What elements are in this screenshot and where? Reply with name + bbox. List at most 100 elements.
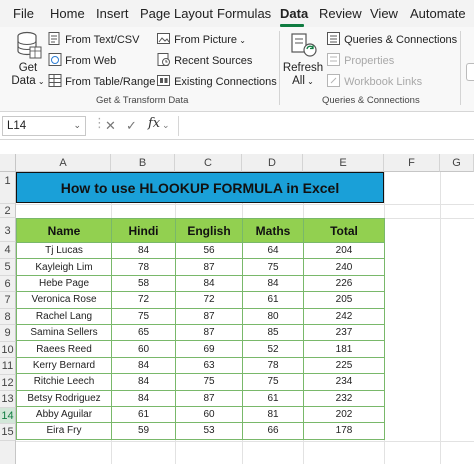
row-header-1[interactable]: 1 [0,172,16,204]
cell-name[interactable]: Raees Reed [16,340,112,358]
cell-english[interactable]: 69 [175,340,243,358]
cell-name[interactable]: Kayleigh Lim [16,258,112,276]
cell-maths[interactable]: 75 [242,373,304,391]
chevron-down-icon[interactable]: ⌄ [162,120,170,131]
row-header-10[interactable]: 10 [0,342,16,358]
row-header-9[interactable]: 9 [0,325,16,342]
from-table-range-button[interactable]: From Table/Range [48,74,155,88]
row-header-5[interactable]: 5 [0,259,16,276]
row-header-8[interactable]: 8 [0,309,16,325]
existing-connections-button[interactable]: Existing Connections [157,74,277,88]
cell-english[interactable]: 72 [175,291,243,309]
cell-english[interactable]: 87 [175,258,243,276]
row-header-2[interactable]: 2 [0,204,16,218]
cell-maths[interactable]: 84 [242,274,304,293]
cell-hindi[interactable]: 60 [111,340,176,358]
cell-total[interactable]: 225 [303,356,385,375]
header-name[interactable]: Name [16,218,112,243]
cancel-icon[interactable]: ✕ [105,118,116,134]
cell-name[interactable]: Samina Sellers [16,323,112,342]
cell-name[interactable]: Betsy Rodriguez [16,389,112,407]
properties-button[interactable]: Properties [327,53,394,67]
chevron-down-icon[interactable]: ⌄ [73,120,81,131]
cell-maths[interactable]: 78 [242,356,304,375]
cell-name[interactable]: Veronica Rose [16,291,112,309]
column-header-b[interactable]: B [111,154,175,172]
cell-hindi[interactable]: 84 [111,241,176,260]
column-header-a[interactable]: A [16,154,111,172]
tab-automate[interactable]: Automate [410,6,466,21]
cell-english[interactable]: 63 [175,356,243,375]
cell-name[interactable]: Abby Aguilar [16,405,112,424]
header-english[interactable]: English [175,218,243,243]
from-text-csv-button[interactable]: From Text/CSV [48,32,139,46]
tab-data[interactable]: Data [280,6,308,21]
tab-view[interactable]: View [370,6,398,21]
cell-hindi[interactable]: 84 [111,356,176,375]
cell-english[interactable]: 75 [175,373,243,391]
cell-total[interactable]: 204 [303,241,385,260]
cell-maths[interactable]: 61 [242,389,304,407]
from-picture-button[interactable]: From Picture ⌄ [157,32,246,46]
cell-total[interactable]: 205 [303,291,385,309]
column-header-d[interactable]: D [242,154,303,172]
row-header-3[interactable]: 3 [0,218,16,242]
column-header-c[interactable]: C [175,154,242,172]
insert-function-icon[interactable]: fx [148,116,160,131]
select-all-corner[interactable] [0,154,16,172]
cell-english[interactable]: 60 [175,405,243,424]
tab-insert[interactable]: Insert [96,6,129,21]
cell-total[interactable]: 237 [303,323,385,342]
cell-maths[interactable]: 75 [242,258,304,276]
cell-maths[interactable]: 64 [242,241,304,260]
cell-hindi[interactable]: 84 [111,389,176,407]
cell-name[interactable]: Eira Fry [16,422,112,440]
row-header-7[interactable]: 7 [0,292,16,309]
enter-check-icon[interactable]: ✓ [126,118,137,134]
tab-page-layout[interactable]: Page Layout [140,6,213,21]
queries-connections-button[interactable]: Queries & Connections [327,32,457,46]
cell-english[interactable]: 87 [175,323,243,342]
cell-maths[interactable]: 61 [242,291,304,309]
workbook-links-button[interactable]: Workbook Links [327,74,422,88]
cell-total[interactable]: 242 [303,307,385,325]
recent-sources-button[interactable]: Recent Sources [157,53,252,67]
cell-english[interactable]: 56 [175,241,243,260]
row-header-15[interactable]: 15 [0,424,16,441]
formula-input[interactable] [178,116,472,136]
cell-english[interactable]: 84 [175,274,243,293]
tab-file[interactable]: File [13,6,34,21]
cell-hindi[interactable]: 75 [111,307,176,325]
cell-total[interactable]: 234 [303,373,385,391]
cell-hindi[interactable]: 78 [111,258,176,276]
cell-hindi[interactable]: 58 [111,274,176,293]
cell-maths[interactable]: 85 [242,323,304,342]
row-header-4[interactable]: 4 [0,242,16,259]
row-header-12[interactable]: 12 [0,375,16,391]
header-total[interactable]: Total [303,218,385,243]
row-header-14[interactable]: 14 [0,408,16,424]
refresh-all-button[interactable]: Refresh All ⌄ [280,62,326,88]
cell-name[interactable]: Hebe Page [16,274,112,293]
cell-maths[interactable]: 80 [242,307,304,325]
cell-total[interactable]: 181 [303,340,385,358]
cell-hindi[interactable]: 72 [111,291,176,309]
cell-english[interactable]: 87 [175,389,243,407]
cell-name[interactable]: Tj Lucas [16,241,112,260]
cell-hindi[interactable]: 84 [111,373,176,391]
cell-total[interactable]: 226 [303,274,385,293]
cell-name[interactable]: Rachel Lang [16,307,112,325]
from-web-button[interactable]: From Web [48,53,116,67]
tab-home[interactable]: Home [50,6,85,21]
cell-hindi[interactable]: 61 [111,405,176,424]
row-header-13[interactable]: 13 [0,391,16,408]
cell-total[interactable]: 202 [303,405,385,424]
header-maths[interactable]: Maths [242,218,304,243]
title-cell[interactable]: How to use HLOOKUP FORMULA in Excel [16,172,384,203]
cell-hindi[interactable]: 65 [111,323,176,342]
cell-name[interactable]: Ritchie Leech [16,373,112,391]
tab-review[interactable]: Review [319,6,362,21]
cell-total[interactable]: 178 [303,422,385,440]
name-box[interactable]: L14 ⌄ [2,116,86,136]
get-data-button[interactable]: Get Data ⌄ [8,62,48,88]
